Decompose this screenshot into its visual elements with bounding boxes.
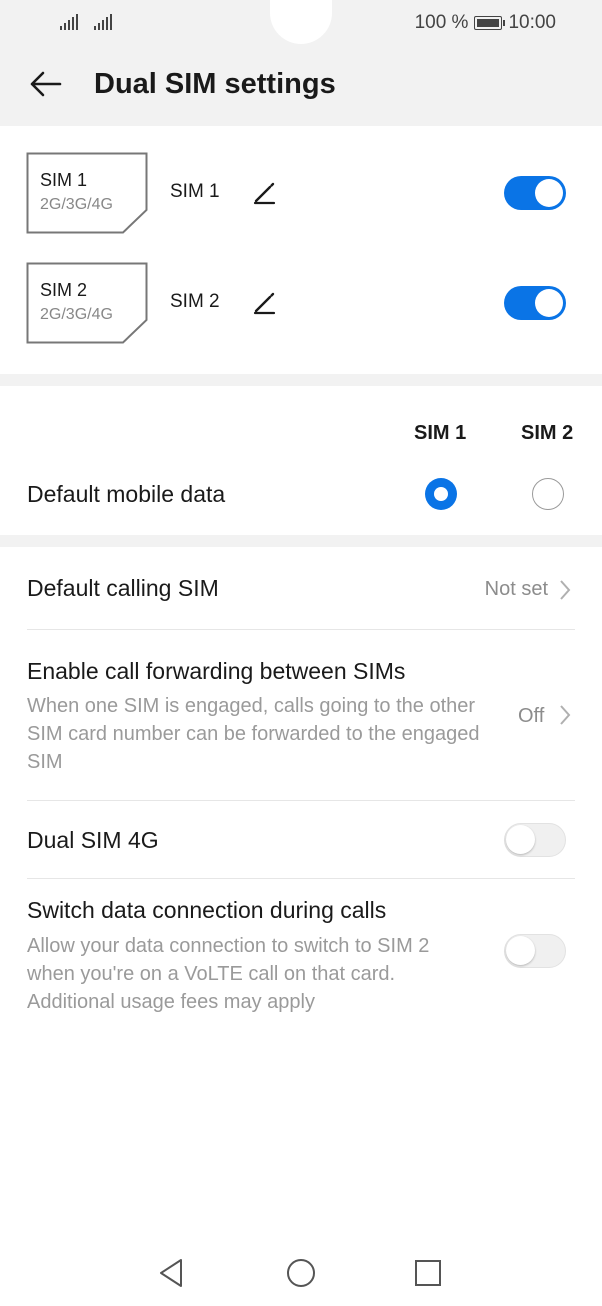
switch-data-toggle[interactable] <box>504 934 566 968</box>
sim-card-graphic: SIM 2 2G/3G/4G <box>26 262 148 344</box>
sim2-enable-toggle[interactable] <box>504 286 566 320</box>
back-triangle-icon <box>160 1259 182 1287</box>
sim-row-2: SIM 2 2G/3G/4G SIM 2 <box>0 262 602 344</box>
edit-pencil-icon[interactable] <box>252 180 278 206</box>
call-forwarding-row[interactable]: Enable call forwarding between SIMs When… <box>0 630 602 800</box>
sim-card-name: SIM 2 <box>40 280 88 300</box>
home-circle-icon <box>287 1259 315 1287</box>
arrow-left-icon <box>30 71 62 97</box>
sim-card-network: 2G/3G/4G <box>40 306 113 323</box>
nav-home-button[interactable] <box>284 1256 318 1290</box>
sim-row-1: SIM 1 2G/3G/4G SIM 1 <box>0 152 602 234</box>
nav-recents-button[interactable] <box>411 1256 445 1290</box>
column-header-sim1: SIM 1 <box>414 422 467 444</box>
recents-square-icon <box>415 1260 441 1286</box>
sim-card-graphic: SIM 1 2G/3G/4G <box>26 152 148 234</box>
call-forwarding-value: Off <box>518 705 545 727</box>
sim-label: SIM 1 <box>170 181 220 202</box>
app-header: Dual SIM settings <box>0 58 602 118</box>
chevron-right-icon <box>560 580 571 600</box>
switch-data-row: Switch data connection during calls Allo… <box>0 879 602 1019</box>
dual-sim-4g-row: Dual SIM 4G <box>0 801 602 878</box>
default-data-sim2-radio[interactable] <box>532 478 564 510</box>
edit-pencil-icon[interactable] <box>252 290 278 316</box>
call-forwarding-title: Enable call forwarding between SIMs <box>27 658 406 684</box>
section-separator <box>0 374 602 386</box>
default-calling-sim-value: Not set <box>484 578 548 600</box>
default-mobile-data-label: Default mobile data <box>27 481 226 507</box>
chevron-right-icon <box>560 705 571 725</box>
signal-sim1-icon <box>60 12 78 30</box>
page-title: Dual SIM settings <box>94 68 336 100</box>
section-separator <box>0 535 602 547</box>
column-header-sim2: SIM 2 <box>521 422 574 444</box>
default-data-sim1-radio[interactable] <box>425 478 457 510</box>
sim-card-network: 2G/3G/4G <box>40 196 113 213</box>
dual-sim-4g-toggle[interactable] <box>504 823 566 857</box>
default-calling-sim-title: Default calling SIM <box>27 575 219 601</box>
sim-label: SIM 2 <box>170 291 220 312</box>
status-right-group: 100 % 10:00 <box>415 12 556 34</box>
switch-data-description: Allow your data connection to switch to … <box>27 935 430 1013</box>
sim1-enable-toggle[interactable] <box>504 176 566 210</box>
dual-sim-4g-title: Dual SIM 4G <box>27 827 159 853</box>
signal-sim2-icon <box>94 12 112 30</box>
call-forwarding-description: When one SIM is engaged, calls going to … <box>27 695 480 773</box>
sim-card-name: SIM 1 <box>40 170 88 190</box>
battery-percentage: 100 % <box>414 12 469 33</box>
nav-back-button[interactable] <box>154 1256 188 1290</box>
back-button[interactable] <box>26 64 66 104</box>
switch-data-title: Switch data connection during calls <box>27 897 387 923</box>
battery-icon <box>474 16 506 30</box>
default-calling-sim-row[interactable]: Default calling SIM Not set <box>0 555 602 627</box>
status-time: 10:00 <box>508 12 556 33</box>
system-navigation-bar <box>0 1240 602 1306</box>
